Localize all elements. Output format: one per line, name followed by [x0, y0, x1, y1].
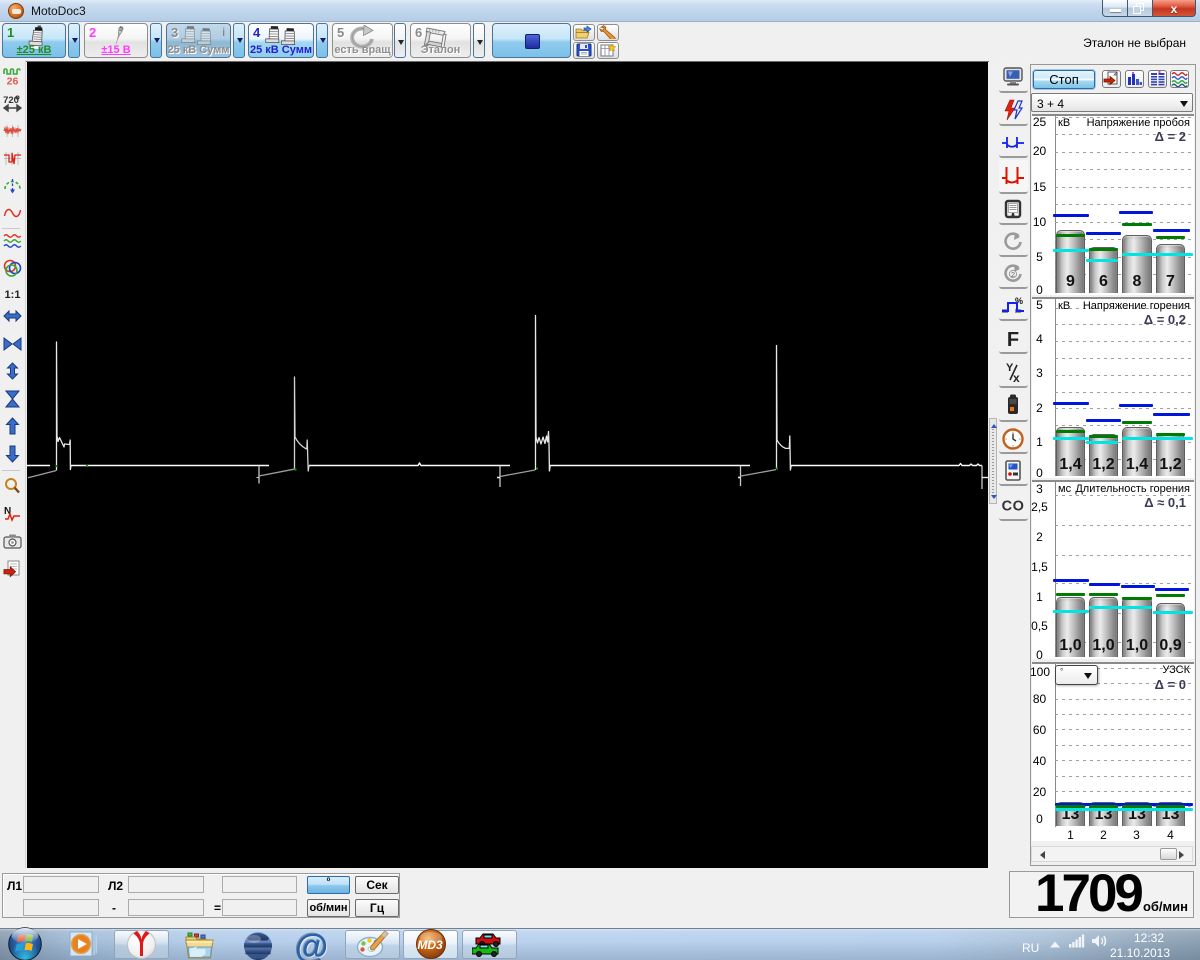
svg-text:1:1: 1:1	[5, 289, 21, 301]
svg-text:x: x	[1013, 371, 1020, 385]
svg-text:26: 26	[7, 76, 19, 86]
svg-text:CO: CO	[1002, 499, 1025, 515]
svg-text:F: F	[1007, 329, 1019, 351]
svg-text:2: 2	[1011, 270, 1015, 279]
svg-text:MD3: MD3	[417, 938, 443, 952]
